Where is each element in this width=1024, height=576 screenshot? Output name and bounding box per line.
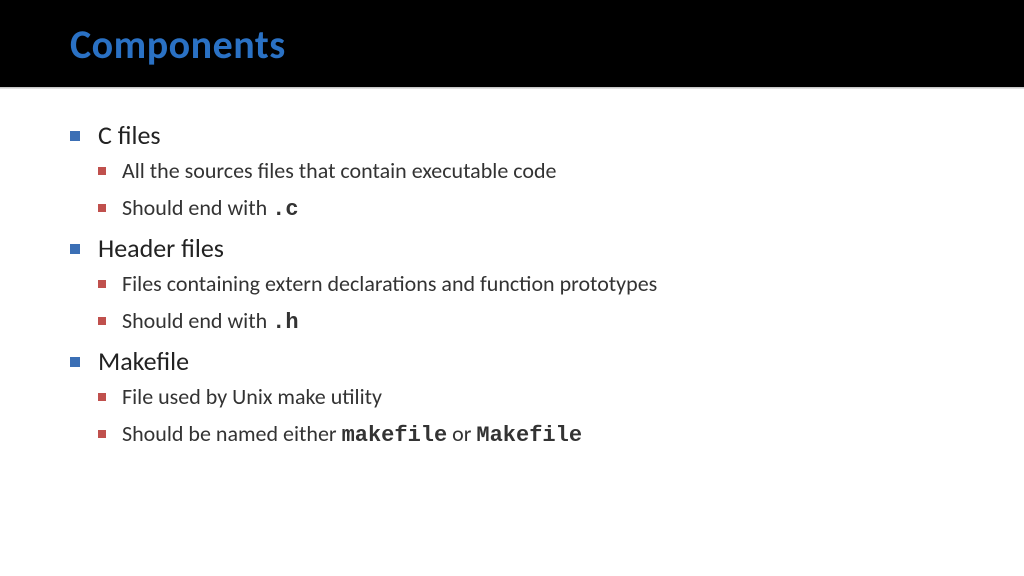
- slide: Components C files All the sources files …: [0, 0, 1024, 576]
- bullet-level2: Files containing extern declarations and…: [98, 270, 954, 297]
- code-text: Makefile: [476, 423, 582, 448]
- sub-bullet-list: File used by Unix make utility Should be …: [98, 383, 954, 448]
- bullet-label: Header files: [98, 232, 224, 264]
- code-text: .c: [272, 197, 298, 222]
- bullet-label: Makefile: [98, 345, 189, 377]
- bullet-level2: File used by Unix make utility: [98, 383, 954, 410]
- bullet-level1: C files All the sources files that contai…: [70, 119, 954, 222]
- slide-title: Components: [70, 20, 954, 69]
- bullet-label: C files: [98, 119, 161, 151]
- code-text: makefile: [342, 423, 448, 448]
- title-bar: Components: [0, 0, 1024, 87]
- bullet-level2: All the sources files that contain execu…: [98, 157, 954, 184]
- bullet-level2: Should end with .c: [98, 194, 954, 222]
- code-text: .h: [272, 310, 298, 335]
- bullet-level1: Header files Files containing extern decl…: [70, 232, 954, 335]
- bullet-level1: Makefile File used by Unix make utility Sh…: [70, 345, 954, 448]
- title-divider: [0, 87, 1024, 89]
- bullet-level2: Should be named either makefile or Makef…: [98, 420, 954, 448]
- sub-bullet-list: Files containing extern declarations and…: [98, 270, 954, 335]
- slide-content: C files All the sources files that contai…: [0, 119, 1024, 458]
- bullet-list: C files All the sources files that contai…: [70, 119, 954, 448]
- bullet-level2: Should end with .h: [98, 307, 954, 335]
- sub-bullet-list: All the sources files that contain execu…: [98, 157, 954, 222]
